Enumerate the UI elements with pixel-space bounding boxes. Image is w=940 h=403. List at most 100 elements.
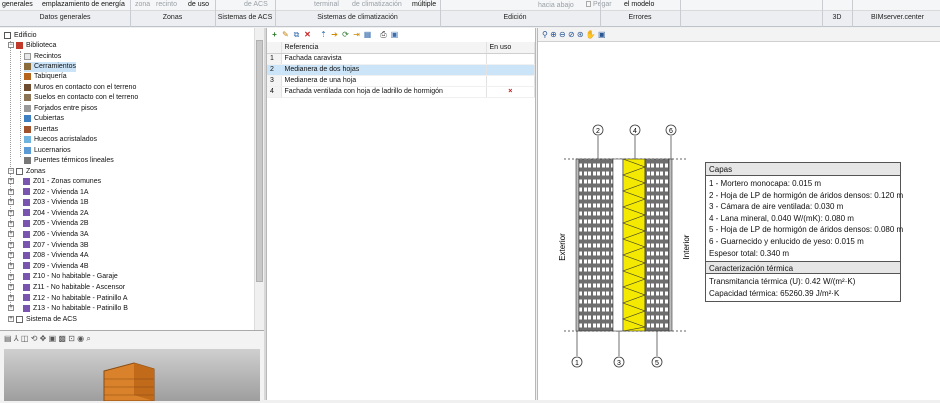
zoom-window-icon[interactable]: ⚲ <box>542 30 548 39</box>
hand-pan-icon[interactable]: ✋ <box>586 30 596 39</box>
tree-item-zone[interactable]: + Z02 - Vivienda 1A <box>8 188 89 198</box>
visibility-icon[interactable]: ◉ <box>77 334 84 343</box>
tree-item-edificio[interactable]: Edificio <box>4 31 37 41</box>
add-icon[interactable]: + <box>270 30 279 39</box>
expand-icon[interactable]: + <box>8 273 14 280</box>
tree-item-zone[interactable]: + Z04 - Vivienda 2A <box>8 209 89 219</box>
preview-3d-viewport[interactable] <box>4 349 260 402</box>
tree-item-zone[interactable]: + Z06 - Vivienda 3A <box>8 230 89 240</box>
scrollbar-thumb[interactable] <box>256 40 263 282</box>
ribbon-hacia-abajo-label[interactable]: hacia abajo <box>538 2 574 9</box>
tree-item-forjados[interactable]: Forjados entre pisos <box>24 104 97 114</box>
view-front-icon[interactable]: ▣ <box>49 334 57 343</box>
tree-scrollbar[interactable] <box>254 28 264 330</box>
tree-item-zonas[interactable]: − Zonas <box>8 167 45 177</box>
ribbon-generales-label[interactable]: generales <box>2 1 33 8</box>
row-number: 3 <box>267 75 282 87</box>
ribbon-emplazamiento-label[interactable]: emplazamiento de energía <box>42 1 125 8</box>
delete-icon[interactable]: ✕ <box>303 30 312 39</box>
tree-item-zone[interactable]: + Z10 - No habitable - Garaje <box>8 272 118 282</box>
ribbon-el-modelo-label[interactable]: el modelo <box>624 1 654 8</box>
move-up-icon[interactable]: ⇡ <box>319 30 328 39</box>
ribbon-de-acs-label[interactable]: de ACS <box>244 1 268 8</box>
tree-item-muros-terreno[interactable]: Muros en contacto con el terreno <box>24 83 136 93</box>
tree-item-huecos[interactable]: Huecos acristalados <box>24 135 97 145</box>
tree-item-zone[interactable]: + Z13 - No habitable - Patinillo B <box>8 304 128 314</box>
zoom-all-icon[interactable]: ⊛ <box>577 30 584 39</box>
zoom-extents-icon[interactable]: ⊡ <box>68 334 75 343</box>
layer-line: 3 - Cámara de aire ventilada: 0.030 m <box>709 202 844 212</box>
ribbon-pegar-button[interactable]: Pegar <box>586 1 612 8</box>
ribbon-zona-label[interactable]: zona <box>135 1 150 8</box>
collapse-icon[interactable]: − <box>8 42 14 49</box>
ribbon-recinto-label[interactable]: recinto <box>156 1 177 8</box>
ribbon-terminal-label[interactable]: terminal <box>314 1 339 8</box>
expand-icon[interactable]: + <box>8 209 14 216</box>
tree-item-lucernarios[interactable]: Lucernarios <box>24 146 71 156</box>
edit-icon[interactable]: ✎ <box>281 30 290 39</box>
tree-item-zone[interactable]: + Z08 - Vivienda 4A <box>8 251 89 261</box>
expand-icon[interactable]: + <box>8 241 14 248</box>
thermal-bridge-icon <box>24 156 31 164</box>
collapse-icon[interactable]: − <box>8 168 14 175</box>
fit-icon[interactable]: ▣ <box>598 30 606 39</box>
ribbon-de-uso-label[interactable]: de uso <box>188 1 209 8</box>
expand-icon[interactable]: + <box>8 316 14 323</box>
layers-icon[interactable]: ▤ <box>4 334 12 343</box>
copy-icon[interactable]: ⧉ <box>292 30 301 39</box>
expand-icon[interactable]: + <box>8 199 14 206</box>
table-row[interactable]: 4 Fachada ventilada con hoja de ladrillo … <box>267 86 535 98</box>
zoom-out-icon[interactable]: ⊖ <box>559 30 566 39</box>
tree-item-cubiertas[interactable]: Cubiertas <box>24 114 64 124</box>
window-icon <box>24 135 31 143</box>
print-icon[interactable]: ⎙ <box>379 30 388 39</box>
export-icon[interactable]: ⇥ <box>352 30 361 39</box>
ribbon-climatizacion-label[interactable]: de climatización <box>352 1 402 8</box>
tree-item-zone[interactable]: + Z05 - Vivienda 2B <box>8 219 89 229</box>
table-row[interactable]: 2 Medianera de dos hojas <box>267 64 535 76</box>
tree-item-puertas[interactable]: Puertas <box>24 125 58 135</box>
tree-item-cerramientos[interactable]: Cerramientos <box>24 62 77 72</box>
tree-item-zone[interactable]: + Z01 - Zonas comunes <box>8 177 101 187</box>
tree-item-recintos[interactable]: Recintos <box>24 52 61 62</box>
tree-item-zone[interactable]: + Z07 - Vivienda 3B <box>8 241 89 251</box>
table-row[interactable]: 3 Medianera de una hoja <box>267 75 535 87</box>
expand-icon[interactable]: + <box>8 284 14 291</box>
expand-icon[interactable]: + <box>8 294 14 301</box>
tree-item-puentes-termicos[interactable]: Puentes térmicos lineales <box>24 156 114 166</box>
expand-icon[interactable]: + <box>8 178 14 185</box>
help-icon[interactable]: ▣ <box>390 30 399 39</box>
expand-icon[interactable]: + <box>8 252 14 259</box>
tree-item-zone[interactable]: + Z11 - No habitable - Ascensor <box>8 283 125 293</box>
tree-item-sistema-acs[interactable]: + Sistema de ACS <box>8 315 77 325</box>
zone-icon <box>23 294 30 302</box>
cube-icon[interactable]: ◫ <box>21 334 29 343</box>
zoom-icon[interactable]: ⌕ <box>86 334 90 343</box>
expand-icon[interactable]: + <box>8 220 14 227</box>
header-en-uso[interactable]: En uso <box>486 42 535 54</box>
interior-label: Interior <box>682 234 691 259</box>
database-icon[interactable]: ▦ <box>363 30 372 39</box>
view-top-icon[interactable]: ▩ <box>58 334 66 343</box>
refresh-icon[interactable]: ⟳ <box>341 30 350 39</box>
tree-item-zone[interactable]: + Z03 - Vivienda 1B <box>8 198 89 208</box>
zoom-previous-icon[interactable]: ⊘ <box>568 30 575 39</box>
zoom-in-icon[interactable]: ⊕ <box>550 30 557 39</box>
expand-icon[interactable]: + <box>8 305 14 312</box>
axes-icon[interactable]: ⅄ <box>14 334 19 343</box>
expand-icon[interactable]: + <box>8 262 14 269</box>
tree-item-suelos-terreno[interactable]: Suelos en contacto con el terreno <box>24 93 138 103</box>
import-icon[interactable]: ➔ <box>330 30 339 39</box>
expand-icon[interactable]: + <box>8 231 14 238</box>
tree-item-label: Z10 - No habitable - Garaje <box>33 273 118 281</box>
rotate-icon[interactable]: ⟲ <box>31 334 38 343</box>
tree-item-biblioteca[interactable]: − Biblioteca <box>8 41 56 51</box>
tree-item-zone[interactable]: + Z09 - Vivienda 4B <box>8 262 89 272</box>
expand-icon[interactable]: + <box>8 188 14 195</box>
header-referencia[interactable]: Referencia <box>281 42 487 54</box>
ribbon-multiple-label[interactable]: múltiple <box>412 1 436 8</box>
tree-item-zone[interactable]: + Z12 - No habitable - Patinillo A <box>8 294 128 304</box>
table-row[interactable]: 1 Fachada caravista <box>267 53 535 65</box>
tree-item-tabiqueria[interactable]: Tabiquería <box>24 72 67 82</box>
pan-icon[interactable]: ✥ <box>40 334 47 343</box>
